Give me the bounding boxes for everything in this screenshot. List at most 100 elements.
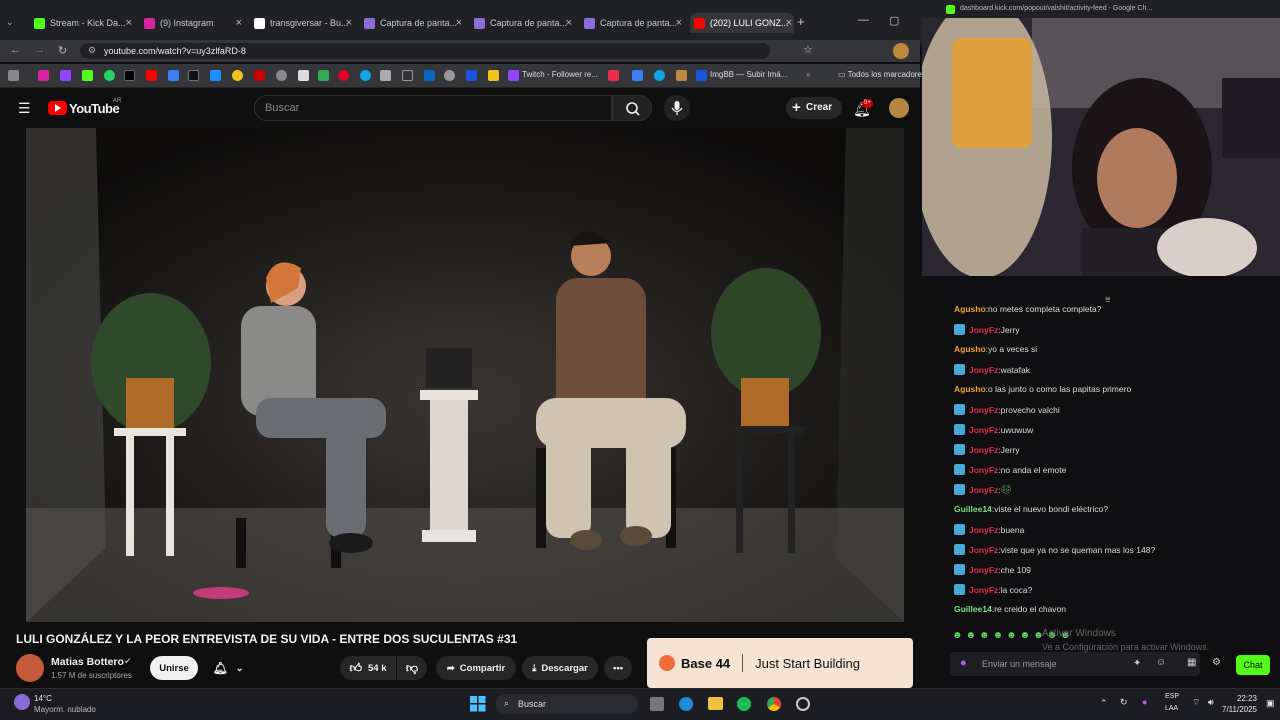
chat-username[interactable]: JonyFz <box>969 545 998 555</box>
profile-avatar[interactable] <box>893 43 909 59</box>
linkedin-bookmark-icon[interactable] <box>424 70 435 81</box>
tray-mic-icon[interactable]: ● <box>1142 697 1147 707</box>
bookmark-icon[interactable] <box>608 70 619 81</box>
language-code[interactable]: ESP <box>1165 693 1179 700</box>
browser-tab[interactable]: Captura de panta... × <box>360 13 464 33</box>
menu-icon[interactable]: ☰ <box>18 100 31 117</box>
spotify-icon[interactable] <box>737 697 751 711</box>
taskbar-search[interactable]: ⌕ Buscar <box>496 694 638 714</box>
browser-tab[interactable]: (202) LULI GONZ... × <box>690 13 794 33</box>
maximize-button[interactable]: ▢ <box>889 14 899 27</box>
wifi-icon[interactable]: ⌔ <box>1192 697 1200 708</box>
bookmark-icon[interactable] <box>488 70 499 81</box>
weather-icon[interactable] <box>14 694 30 710</box>
chat-username[interactable]: JonyFz <box>969 465 998 475</box>
bookmark-icon[interactable] <box>466 70 477 81</box>
chat-username[interactable]: Agusho <box>954 304 986 314</box>
close-tab-icon[interactable]: × <box>346 17 352 29</box>
join-button[interactable]: Unirse <box>150 656 198 680</box>
tab-search-icon[interactable]: ⌄ <box>6 17 14 28</box>
x-bookmark-icon[interactable] <box>124 70 135 81</box>
whatsapp-bookmark-icon[interactable] <box>104 70 115 81</box>
channel-avatar[interactable] <box>16 654 44 682</box>
notification-center-icon[interactable]: ▣ <box>1266 698 1275 709</box>
emote-picker-icon[interactable]: ✦ <box>1133 658 1141 669</box>
chat-username[interactable]: JonyFz <box>969 365 998 375</box>
close-tab-icon[interactable]: × <box>676 17 682 29</box>
forward-button[interactable]: → <box>34 44 45 56</box>
bookmark-icon[interactable] <box>168 70 179 81</box>
chat-username[interactable]: JonyFz <box>969 445 998 455</box>
notification-bell-button[interactable]: 🔔︎ ⌄ <box>204 656 252 680</box>
edge-icon[interactable] <box>679 697 693 711</box>
file-explorer-icon[interactable] <box>708 697 723 710</box>
emoji-icon[interactable]: ☺ <box>1156 657 1166 668</box>
chat-username[interactable]: JonyFz <box>969 405 998 415</box>
windows-start-icon[interactable] <box>470 696 486 712</box>
chat-username[interactable]: JonyFz <box>969 525 998 535</box>
volume-icon[interactable]: 🔊︎ <box>1208 697 1214 708</box>
browser-tab[interactable]: Stream - Kick Da... × <box>30 13 134 33</box>
chat-username[interactable]: Agusho <box>954 344 986 354</box>
pinterest-bookmark-icon[interactable] <box>338 70 349 81</box>
new-tab-button[interactable]: + <box>797 14 805 29</box>
close-tab-icon[interactable]: × <box>236 17 242 29</box>
chat-username[interactable]: Guillee14 <box>954 504 992 514</box>
clock-date[interactable]: 7/11/2025 <box>1221 705 1257 714</box>
bookmark-icon[interactable] <box>444 70 455 81</box>
chrome-icon[interactable] <box>767 697 781 711</box>
bookmark-icon[interactable] <box>676 70 687 81</box>
back-button[interactable]: ← <box>10 44 21 56</box>
ad-banner[interactable]: Base 44 Just Start Building <box>647 638 913 688</box>
browser-tab[interactable]: transgiversar - Bu... × <box>250 13 354 33</box>
chrome-alt-icon[interactable] <box>796 697 810 711</box>
share-button[interactable]: ➦ Compartir <box>436 656 516 680</box>
search-input[interactable]: Buscar <box>254 95 612 121</box>
reload-button[interactable]: ↻ <box>58 44 67 57</box>
tiktok-bookmark-icon[interactable] <box>188 70 199 81</box>
filter-icon[interactable]: ⩸ <box>1105 294 1110 305</box>
channel-name[interactable]: Matias Bottero <box>51 656 124 668</box>
close-tab-icon[interactable]: × <box>456 17 462 29</box>
bookmark-icon[interactable] <box>210 70 221 81</box>
search-button[interactable] <box>612 95 652 121</box>
bookmark-icon[interactable] <box>232 70 243 81</box>
settings-gear-icon[interactable]: ⚙ <box>1212 657 1221 668</box>
close-tab-icon[interactable]: × <box>566 17 572 29</box>
more-actions-button[interactable]: ••• <box>604 656 632 680</box>
like-button[interactable]: 👍︎ 54 k <box>340 656 396 680</box>
tray-chevron-icon[interactable]: ⌃ <box>1100 698 1108 709</box>
chat-username[interactable]: JonyFz <box>969 425 998 435</box>
instagram-bookmark-icon[interactable] <box>38 70 49 81</box>
bookmark-icon[interactable] <box>360 70 371 81</box>
bookmark-icon[interactable] <box>254 70 265 81</box>
upwork-bookmark-icon[interactable] <box>402 70 413 81</box>
download-button[interactable]: ⤓ Descargar <box>522 656 598 680</box>
bookmark-icon[interactable] <box>380 70 391 81</box>
weather-temp[interactable]: 14°C <box>34 694 52 703</box>
all-bookmarks-folder[interactable]: ▭ Todos los marcadores <box>838 70 926 79</box>
keyboard-layout[interactable]: LAA <box>1165 705 1178 712</box>
youtube-bookmark-icon[interactable] <box>146 70 157 81</box>
close-tab-icon[interactable]: × <box>126 17 132 29</box>
chat-username[interactable]: JonyFz <box>969 565 998 575</box>
bookmark-twitch-follower[interactable]: Twitch - Follower re... <box>522 70 598 79</box>
browser-tab[interactable]: (9) Instagram × <box>140 13 244 33</box>
site-info-icon[interactable]: ⚙ <box>88 45 96 56</box>
store-icon[interactable]: ▦ <box>1187 657 1196 668</box>
weather-desc[interactable]: Mayorm. nublado <box>34 705 96 714</box>
bookmark-icon[interactable] <box>654 70 665 81</box>
tray-icon[interactable]: ↻ <box>1120 697 1128 708</box>
drive-bookmark-icon[interactable] <box>318 70 329 81</box>
more-bookmarks-icon[interactable]: » <box>806 70 810 79</box>
apps-icon[interactable] <box>8 70 19 81</box>
bookmark-icon[interactable] <box>298 70 309 81</box>
clock-time[interactable]: 22:23 <box>1221 694 1257 703</box>
bookmark-icon[interactable] <box>632 70 643 81</box>
minimize-button[interactable]: — <box>858 14 869 26</box>
youtube-logo-text[interactable]: YouTube <box>69 101 120 116</box>
address-bar[interactable]: youtube.com/watch?v=uy3zlfaRD-8 <box>80 43 770 59</box>
chat-username[interactable]: Guillee14 <box>954 604 992 614</box>
chat-username[interactable]: JonyFz <box>969 325 998 335</box>
chat-send-button[interactable]: Chat <box>1236 655 1270 675</box>
